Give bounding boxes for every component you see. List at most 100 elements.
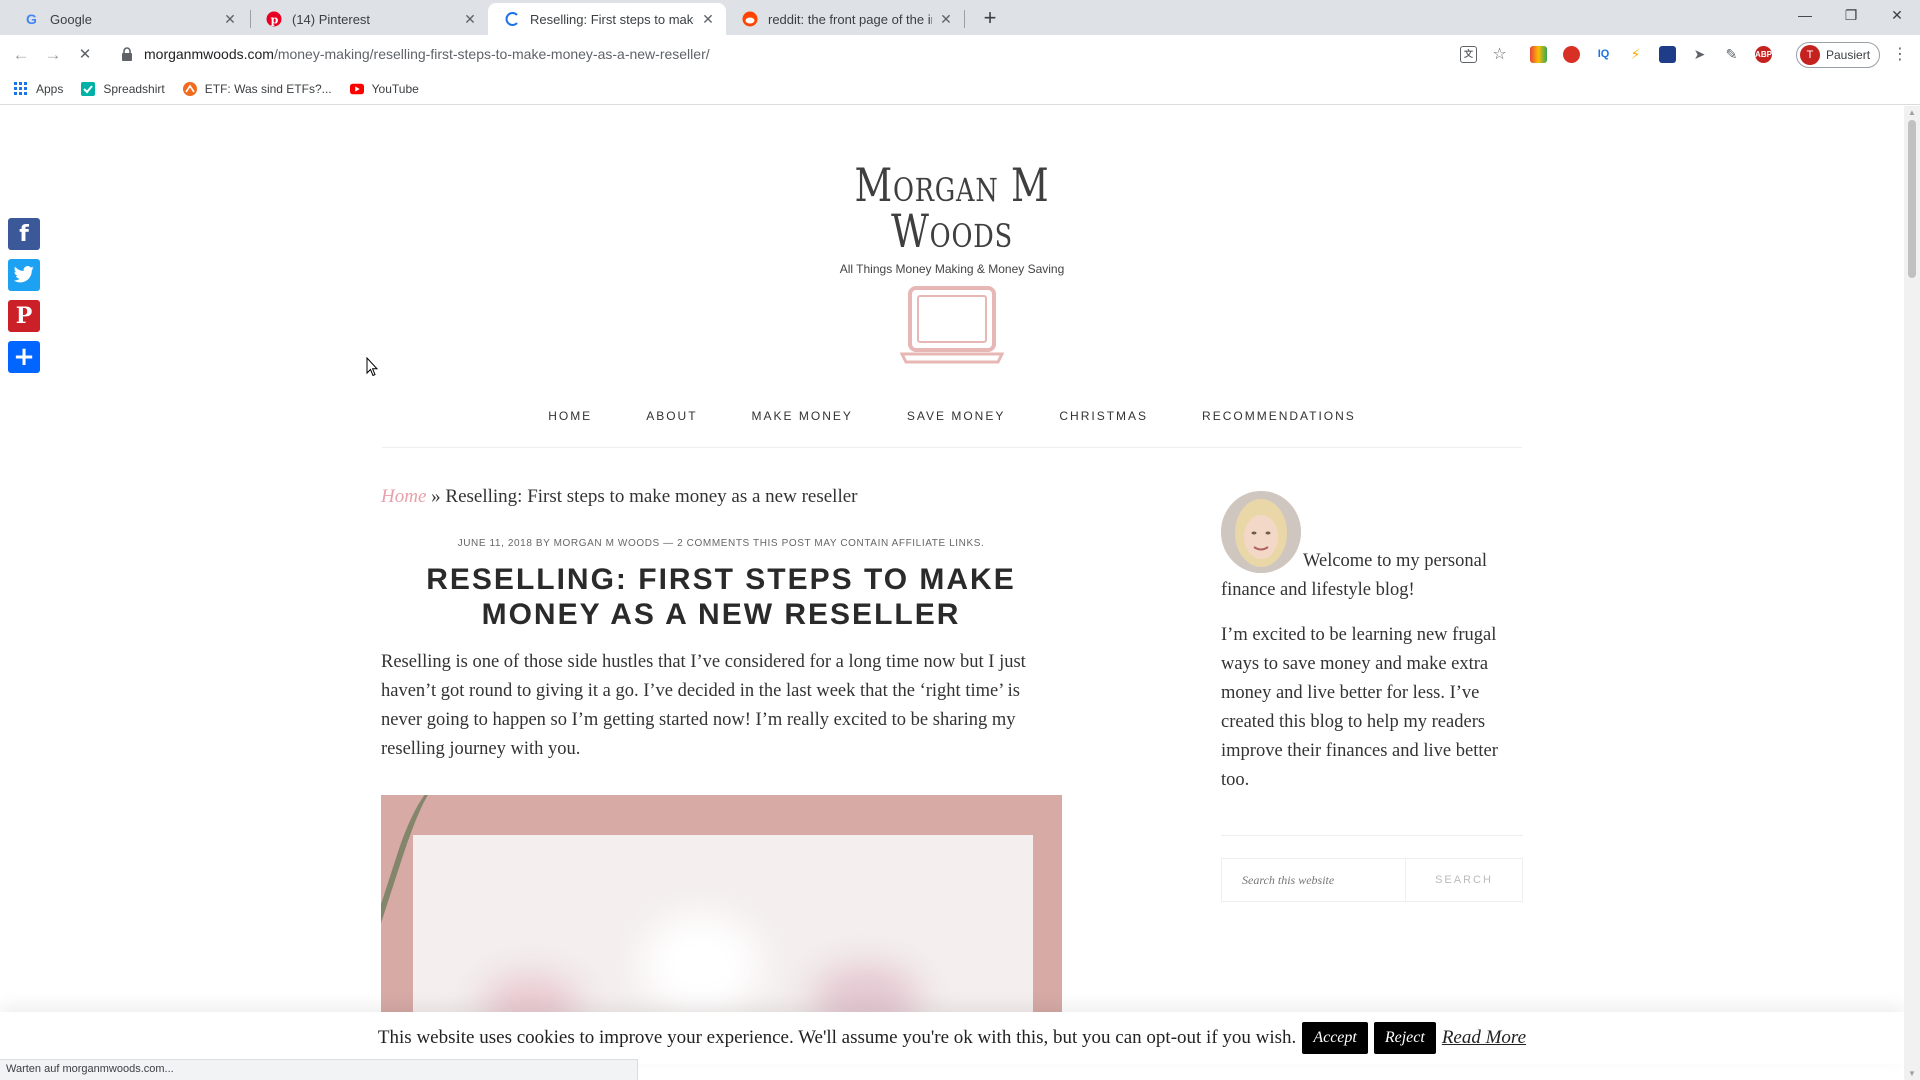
page-scrollbar[interactable]: ▲ ▼: [1904, 106, 1920, 1080]
nav-make-money[interactable]: MAKE MONEY: [752, 406, 853, 447]
tab-strip: G Google ✕ p (14) Pinterest ✕ Reselling:…: [0, 0, 1920, 35]
loading-icon: [504, 11, 520, 27]
extension-colorful-icon[interactable]: [1530, 46, 1547, 63]
tab-reddit[interactable]: reddit: the front page of the inte ✕: [726, 3, 964, 35]
tab-title: reddit: the front page of the inte: [768, 11, 932, 27]
laptop-icon: [899, 286, 1005, 364]
extension-arrow-icon[interactable]: ➤: [1691, 46, 1708, 63]
web-page: f P + Morgan M Woods All Things Money Ma…: [0, 106, 1904, 1080]
profile-label: Pausiert: [1826, 48, 1871, 62]
scroll-thumb[interactable]: [1908, 120, 1916, 278]
close-window-icon[interactable]: ✕: [1874, 0, 1920, 30]
search-button[interactable]: SEARCH: [1406, 859, 1522, 901]
bookmark-label: YouTube: [371, 81, 419, 96]
mouse-cursor-icon: [366, 357, 378, 377]
article-title: RESELLING: FIRST STEPS TO MAKE MONEY AS …: [426, 563, 1016, 631]
facebook-share-icon[interactable]: f: [8, 218, 40, 250]
reddit-icon: [742, 11, 758, 27]
browser-toolbar: ← → ✕ morganmwoods.com/money-making/rese…: [0, 35, 1920, 73]
nav-christmas[interactable]: CHRISTMAS: [1059, 406, 1148, 447]
tab-reselling[interactable]: Reselling: First steps to make mo ✕: [488, 3, 726, 35]
bookmark-label: Spreadshirt: [103, 81, 165, 96]
minimize-icon[interactable]: —: [1782, 0, 1828, 30]
extension-blue-icon[interactable]: [1659, 46, 1676, 63]
cookie-message: This website uses cookies to improve you…: [377, 1027, 1297, 1048]
tab-title: Google: [50, 11, 92, 27]
close-icon[interactable]: ✕: [700, 11, 716, 27]
breadcrumb-current: Reselling: First steps to make money as …: [445, 486, 858, 507]
extension-pen-icon[interactable]: ✎: [1723, 46, 1740, 63]
tab-pinterest[interactable]: p (14) Pinterest ✕: [250, 3, 488, 35]
scroll-up-icon[interactable]: ▲: [1908, 108, 1916, 117]
close-icon[interactable]: ✕: [222, 11, 238, 27]
search-input[interactable]: [1222, 859, 1406, 901]
breadcrumb-separator: »: [431, 486, 441, 507]
bookmark-label: Apps: [36, 81, 64, 96]
tab-separator: [964, 10, 965, 28]
extension-red-icon[interactable]: [1563, 46, 1580, 63]
tab-title: (14) Pinterest: [292, 11, 371, 27]
tab-title: Reselling: First steps to make mo: [530, 11, 694, 27]
stop-loading-icon[interactable]: ✕: [73, 43, 97, 67]
reject-button[interactable]: Reject: [1373, 1022, 1436, 1054]
bookmarks-bar: Apps Spreadshirt ETF: Was sind ETFs?... …: [0, 73, 1920, 105]
spreadshirt-icon: [81, 81, 96, 96]
new-tab-button[interactable]: +: [977, 6, 1003, 32]
restore-icon[interactable]: ❐: [1828, 0, 1874, 30]
close-icon[interactable]: ✕: [938, 11, 954, 27]
more-menu-icon[interactable]: ⋮: [1892, 45, 1908, 65]
extension-lightning-icon[interactable]: ⚡: [1627, 46, 1644, 63]
hero-blur-highlight: [641, 915, 761, 1015]
bookmark-etf[interactable]: ETF: Was sind ETFs?...: [182, 81, 332, 96]
sidebar-search-form: SEARCH: [1221, 858, 1523, 902]
nav-home[interactable]: HOME: [548, 406, 592, 447]
back-icon[interactable]: ←: [9, 43, 33, 67]
sidebar-divider: [1221, 835, 1523, 836]
twitter-share-icon[interactable]: [8, 259, 40, 291]
nav-about[interactable]: ABOUT: [646, 406, 697, 447]
tab-google[interactable]: G Google ✕: [8, 3, 248, 35]
bookmark-apps[interactable]: Apps: [14, 81, 64, 96]
url-path: /money-making/reselling-first-steps-to-m…: [273, 46, 710, 62]
social-share-bar: f P +: [8, 218, 40, 382]
scroll-down-icon[interactable]: ▼: [1908, 1069, 1916, 1078]
accept-button[interactable]: Accept: [1302, 1022, 1368, 1054]
author-photo: [1221, 491, 1301, 573]
profile-button[interactable]: T Pausiert: [1796, 42, 1880, 68]
pinterest-icon: p: [266, 11, 282, 27]
bookmark-spreadshirt[interactable]: Spreadshirt: [81, 81, 165, 96]
svg-text:p: p: [271, 14, 279, 27]
article-hero-image: [381, 795, 1062, 1025]
sidebar: Welcome to my personal finance and lifes…: [1221, 491, 1523, 902]
nav-recommendations[interactable]: RECOMMENDATIONS: [1202, 406, 1356, 447]
read-more-link[interactable]: Read More: [1442, 1027, 1526, 1049]
logo-tagline: All Things Money Making & Money Saving: [839, 262, 1065, 276]
post-meta: JUNE 11, 2018 BY MORGAN M WOODS — 2 COMM…: [457, 538, 985, 549]
breadcrumb-home-link[interactable]: Home: [381, 486, 426, 507]
main-navigation: HOME ABOUT MAKE MONEY SAVE MONEY CHRISTM…: [382, 406, 1522, 448]
adblock-icon[interactable]: ABP: [1755, 46, 1772, 63]
translate-icon[interactable]: 文: [1460, 46, 1477, 63]
svg-text:G: G: [26, 11, 37, 27]
status-bar: Warten auf morganmwoods.com...: [0, 1059, 638, 1080]
pinterest-share-icon[interactable]: P: [8, 300, 40, 332]
share-plus-icon[interactable]: +: [8, 341, 40, 373]
close-icon[interactable]: ✕: [462, 11, 478, 27]
address-bar[interactable]: morganmwoods.com/money-making/reselling-…: [112, 39, 1512, 69]
article-intro-paragraph: Reselling is one of those side hustles t…: [381, 652, 1026, 759]
url-host: morganmwoods.com: [144, 46, 274, 62]
about-text: I’m excited to be learning new frugal wa…: [1221, 625, 1498, 790]
url-text[interactable]: morganmwoods.com/money-making/reselling-…: [144, 46, 710, 62]
apps-grid-icon: [14, 81, 28, 96]
logo-name: Morgan M Woods: [854, 158, 1050, 258]
cookie-banner: This website uses cookies to improve you…: [0, 1012, 1904, 1064]
extension-iq-icon[interactable]: IQ: [1595, 46, 1612, 63]
bookmark-label: ETF: Was sind ETFs?...: [204, 81, 332, 96]
lock-icon: [122, 47, 132, 61]
bookmark-star-icon[interactable]: ☆: [1491, 46, 1508, 63]
site-logo[interactable]: Morgan M Woods All Things Money Making &…: [780, 162, 1124, 369]
nav-save-money[interactable]: SAVE MONEY: [907, 406, 1005, 447]
forward-icon[interactable]: →: [41, 43, 65, 67]
youtube-icon: [349, 82, 364, 96]
bookmark-youtube[interactable]: YouTube: [349, 81, 419, 96]
